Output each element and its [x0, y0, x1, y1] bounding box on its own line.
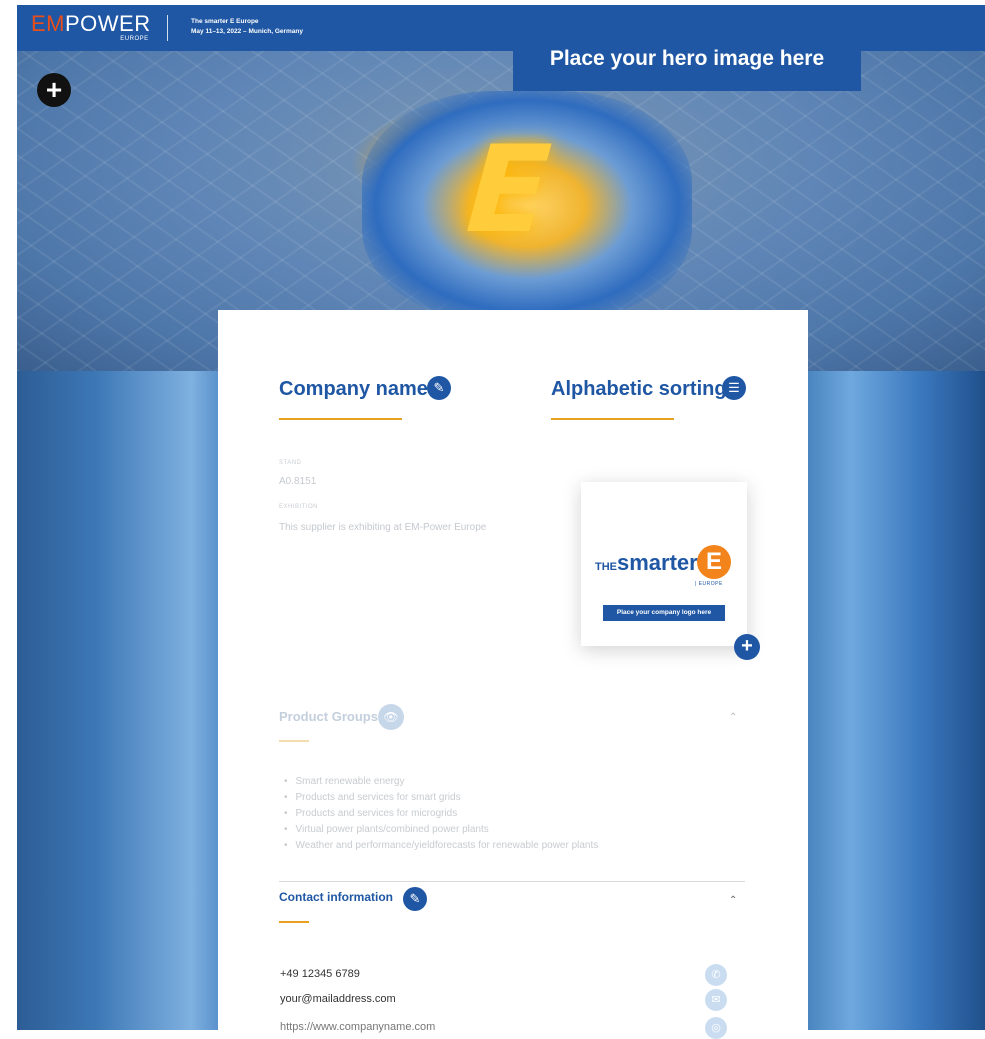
section-divider: [279, 881, 745, 882]
logo-em-text: EM: [31, 11, 65, 36]
hero-placeholder-label: Place your hero image here: [513, 44, 861, 91]
company-logo-card: THEsmarter E | EUROPE Place your company…: [581, 482, 747, 646]
toggle-visibility-button[interactable]: 👁: [378, 704, 404, 730]
list-item: Smart renewable energy: [284, 774, 598, 790]
logo-power-text: POWER: [65, 11, 151, 36]
add-company-logo-button[interactable]: +: [734, 634, 760, 660]
event-date-location: May 11–13, 2022 – Munich, Germany: [191, 28, 304, 35]
logo-europe-text: EUROPE: [120, 36, 149, 42]
mail-icon[interactable]: ✉: [705, 989, 727, 1011]
logo-europe-sub: | EUROPE: [695, 581, 723, 587]
header-divider: [167, 15, 168, 41]
edit-contact-button[interactable]: ✎: [403, 887, 427, 911]
eye-icon: 👁: [383, 710, 399, 724]
list-item: Virtual power plants/combined power plan…: [284, 822, 598, 838]
company-card: Company name ✎ Alphabetic sorting ☰ STAN…: [218, 310, 808, 1039]
sorting-underline: [551, 418, 674, 420]
phone-icon[interactable]: ✆: [705, 964, 727, 986]
chevron-up-icon: ⌃: [729, 712, 738, 723]
logo-e-badge: E: [697, 545, 731, 579]
product-groups-heading: Product Groups: [279, 709, 378, 724]
list-item: Weather and performance/yieldforecasts f…: [284, 838, 599, 854]
stand-label: STAND: [279, 460, 302, 466]
exhibition-value: This supplier is exhibiting at EM-Power …: [279, 522, 487, 533]
add-hero-image-button[interactable]: +: [37, 73, 71, 107]
company-name-heading: Company name: [279, 378, 428, 400]
collapse-contact-button[interactable]: ⌃: [729, 895, 737, 906]
event-info: The smarter E Europe May 11–13, 2022 – M…: [191, 17, 303, 37]
chevron-up-icon: ⌃: [729, 895, 738, 906]
collapse-product-groups-button[interactable]: ⌃: [729, 712, 737, 723]
logo-placeholder-label: Place your company logo here: [603, 605, 725, 621]
sorting-list-button[interactable]: ☰: [722, 376, 746, 400]
event-name: The smarter E Europe: [191, 18, 259, 25]
stand-value: A0.8151: [279, 476, 317, 487]
plus-icon: +: [741, 635, 753, 657]
exhibition-label: EXHIBITION: [279, 504, 319, 510]
edit-company-name-button[interactable]: ✎: [427, 376, 451, 400]
globe-icon[interactable]: ◎: [705, 1017, 727, 1039]
alphabetic-sorting-heading: Alphabetic sorting: [551, 378, 727, 400]
list-item: Products and services for microgrids: [284, 806, 598, 822]
list-icon: ☰: [728, 380, 740, 395]
company-name-underline: [279, 418, 402, 420]
contact-website[interactable]: https://www.companyname.com: [280, 1021, 435, 1033]
pencil-icon: ✎: [409, 891, 421, 906]
contact-email: your@mailaddress.com: [280, 993, 396, 1005]
contact-underline: [279, 921, 309, 923]
logo-the-text: THE: [595, 561, 617, 573]
contact-information-heading: Contact information: [279, 890, 393, 904]
plus-icon: +: [45, 74, 63, 105]
logo-smarter-text: smarter: [617, 550, 698, 575]
product-groups-underline: [279, 740, 309, 742]
empower-logo[interactable]: EMPOWER EUROPE: [31, 11, 151, 45]
thesmarter-logo: THEsmarter E: [595, 545, 731, 579]
pencil-icon: ✎: [433, 380, 445, 395]
product-groups-list: Smart renewable energy Products and serv…: [284, 774, 599, 854]
list-item: Products and services for smart grids: [284, 790, 598, 806]
contact-phone: +49 12345 6789: [280, 968, 360, 980]
